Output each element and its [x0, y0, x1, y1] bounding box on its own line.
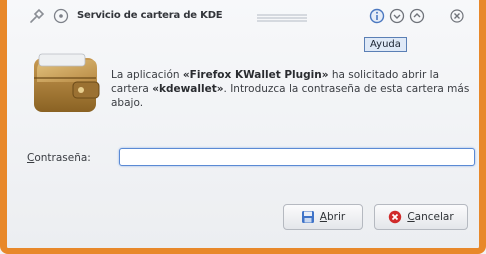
dialog-window: Servicio de cartera de KDE Ayuda La apli…	[7, 0, 479, 248]
password-input[interactable]	[119, 148, 475, 166]
cancel-button[interactable]: Cancelar	[374, 204, 468, 230]
pin-icon[interactable]	[27, 8, 45, 26]
help-tooltip: Ayuda	[364, 37, 407, 52]
open-button-label: brir	[326, 211, 346, 223]
cancel-icon	[389, 210, 402, 224]
prompt-message: La aplicación «Firefox KWallet Plugin» h…	[111, 68, 476, 110]
cancel-button-accel: C	[407, 211, 415, 223]
window-menu-icon[interactable]	[53, 8, 69, 24]
title-bar[interactable]: Servicio de cartera de KDE	[7, 0, 479, 34]
maximize-icon[interactable]	[409, 8, 425, 24]
minimize-icon[interactable]	[389, 8, 405, 24]
title-bar-decoration	[257, 14, 307, 22]
help-icon[interactable]	[369, 8, 385, 24]
application-name: «Firefox KWallet Plugin»	[182, 69, 329, 81]
password-label-text: ontraseña:	[34, 152, 91, 164]
wallet-icon	[34, 53, 100, 112]
message-text-1: La aplicación	[111, 69, 183, 81]
open-button-accel: A	[319, 211, 327, 223]
window-title: Servicio de cartera de KDE	[77, 10, 223, 21]
wallet-name: «kdewallet»	[152, 83, 224, 95]
close-icon[interactable]	[450, 9, 464, 23]
open-button[interactable]: Abrir	[283, 204, 363, 230]
password-label: Contraseña:	[27, 152, 91, 164]
save-disk-icon	[301, 211, 314, 223]
cancel-button-label: ancelar	[414, 211, 454, 223]
